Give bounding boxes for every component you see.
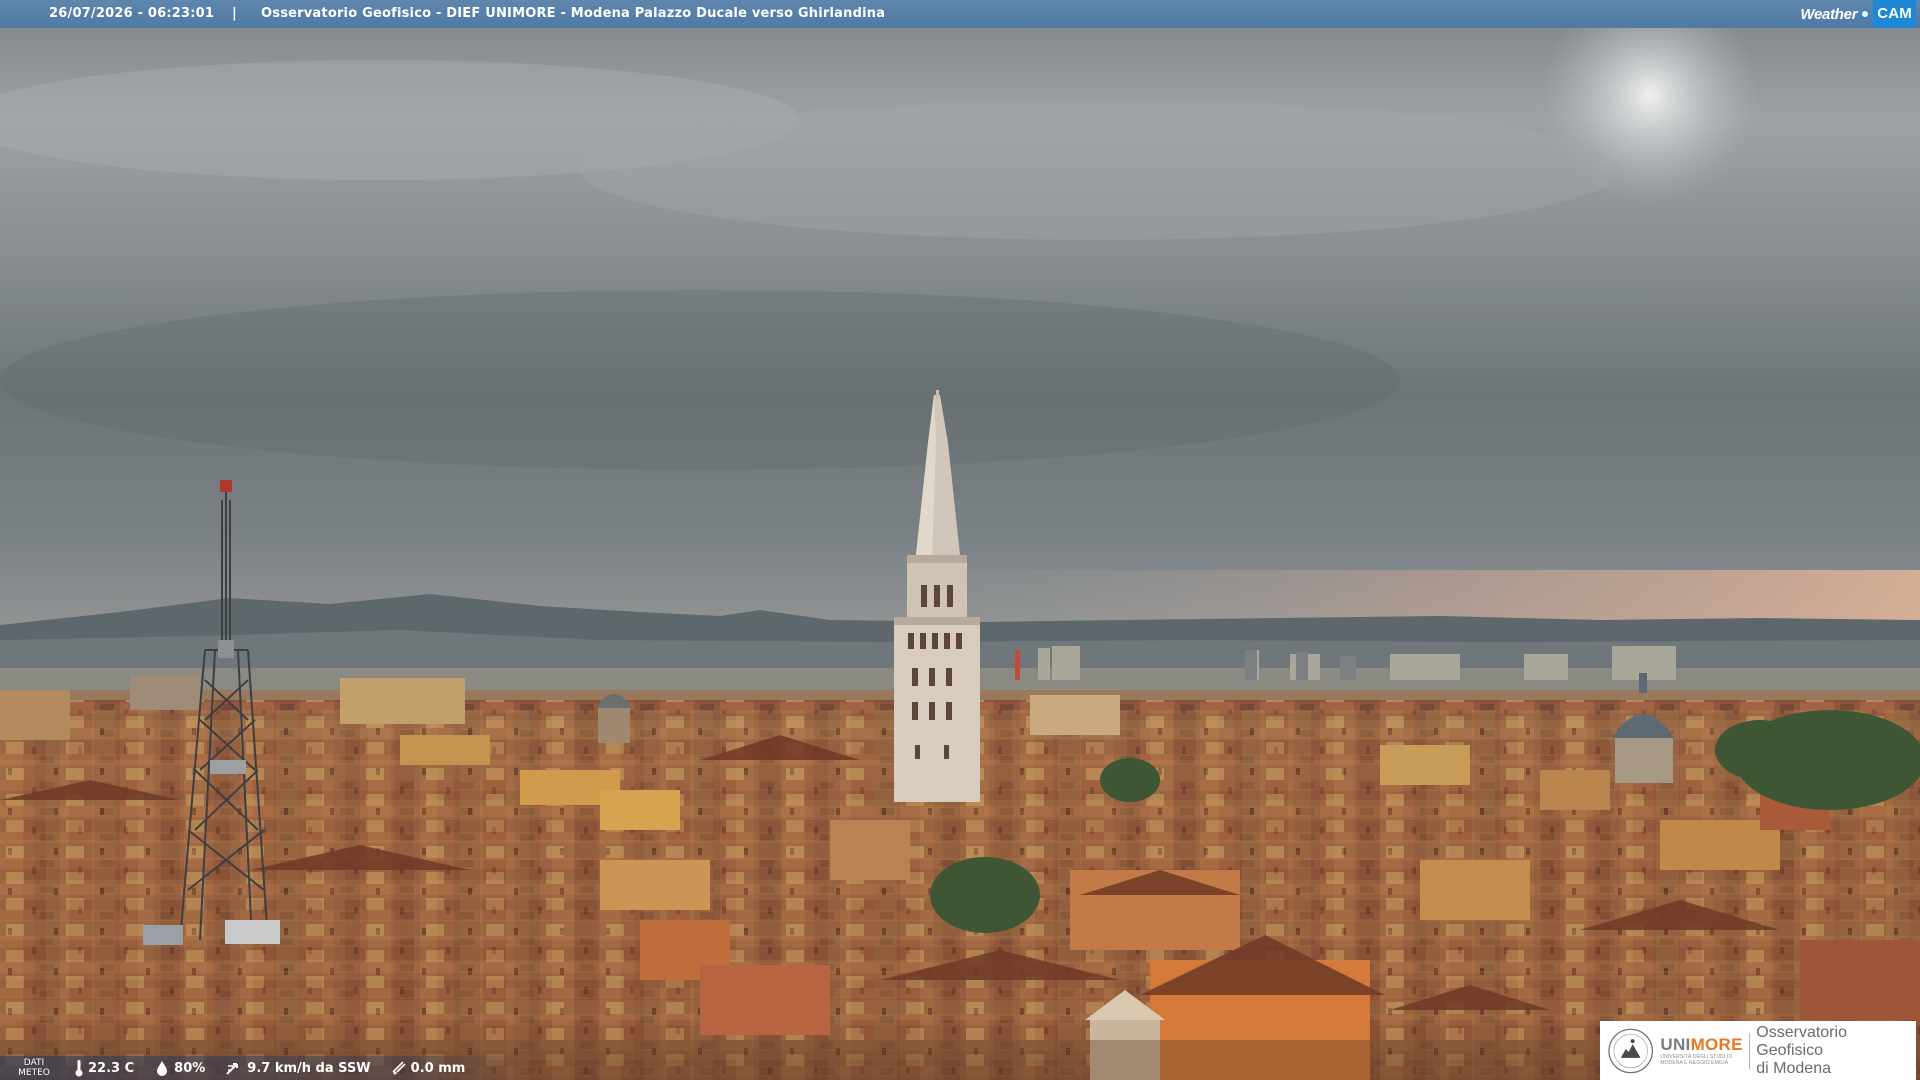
unimore-sub-line2: MODENA E REGGIO EMILIA — [1660, 1059, 1729, 1066]
unimore-more: MORE — [1690, 1034, 1743, 1054]
humidity-value: 80% — [174, 1060, 206, 1076]
weathercam-word: Weather — [1800, 5, 1858, 23]
weathercam-dot-icon — [1860, 9, 1871, 19]
unimore-logo-panel: UNIMORE UNIVERSITÀ DEGLI STUDI DI MODENA… — [1600, 1021, 1916, 1080]
temperature-value: 22.3 C — [88, 1060, 135, 1076]
meteo-label-line1: DATI — [23, 1058, 45, 1068]
observatory-name: Osservatorio Geofisico di Modena — [1756, 1024, 1916, 1078]
webcam-frame: 26/07/2026 - 06:23:01 | Osservatorio Geo… — [0, 0, 1920, 1080]
camera-title: Osservatorio Geofisico - DIEF UNIMORE - … — [261, 6, 886, 21]
meteo-data-strip: DATI METEO 22.3 C 80% 9.7 km/h da SSW 0.… — [0, 1056, 520, 1080]
meteo-label: DATI METEO — [14, 1058, 54, 1078]
unimore-uni: UNI — [1660, 1034, 1691, 1054]
temperature-reading: 22.3 C — [74, 1059, 134, 1077]
unimore-wordmark: UNIMORE UNIVERSITÀ DEGLI STUDI DI MODENA… — [1660, 1034, 1743, 1066]
humidity-reading: 80% — [154, 1060, 205, 1076]
logo-divider — [1749, 1032, 1751, 1069]
overlay-title-bar: 26/07/2026 - 06:23:01 | Osservatorio Geo… — [0, 0, 1920, 28]
rain-value: 0.0 mm — [410, 1060, 466, 1076]
timestamp: 26/07/2026 - 06:23:01 — [49, 6, 215, 21]
wind-reading: 9.7 km/h da SSW — [225, 1060, 371, 1076]
observatory-line2: di Modena — [1756, 1059, 1831, 1077]
city-panorama — [0, 0, 1920, 1080]
weathercam-box: CAM — [1873, 0, 1916, 28]
weathercam-logo: Weather CAM — [1800, 0, 1920, 28]
title-separator: | — [232, 6, 237, 21]
unimore-name: UNIMORE — [1660, 1034, 1743, 1054]
wind-icon — [226, 1063, 239, 1075]
university-seal-icon — [1608, 1028, 1653, 1073]
rain-reading: 0.0 mm — [391, 1060, 466, 1076]
wind-value: 9.7 km/h da SSW — [247, 1060, 371, 1076]
thermometer-icon — [75, 1060, 83, 1077]
humidity-drop-icon — [157, 1061, 168, 1076]
rain-gauge-icon — [392, 1061, 406, 1075]
meteo-label-line2: METEO — [18, 1068, 50, 1078]
observatory-line1: Osservatorio Geofisico — [1756, 1023, 1847, 1059]
